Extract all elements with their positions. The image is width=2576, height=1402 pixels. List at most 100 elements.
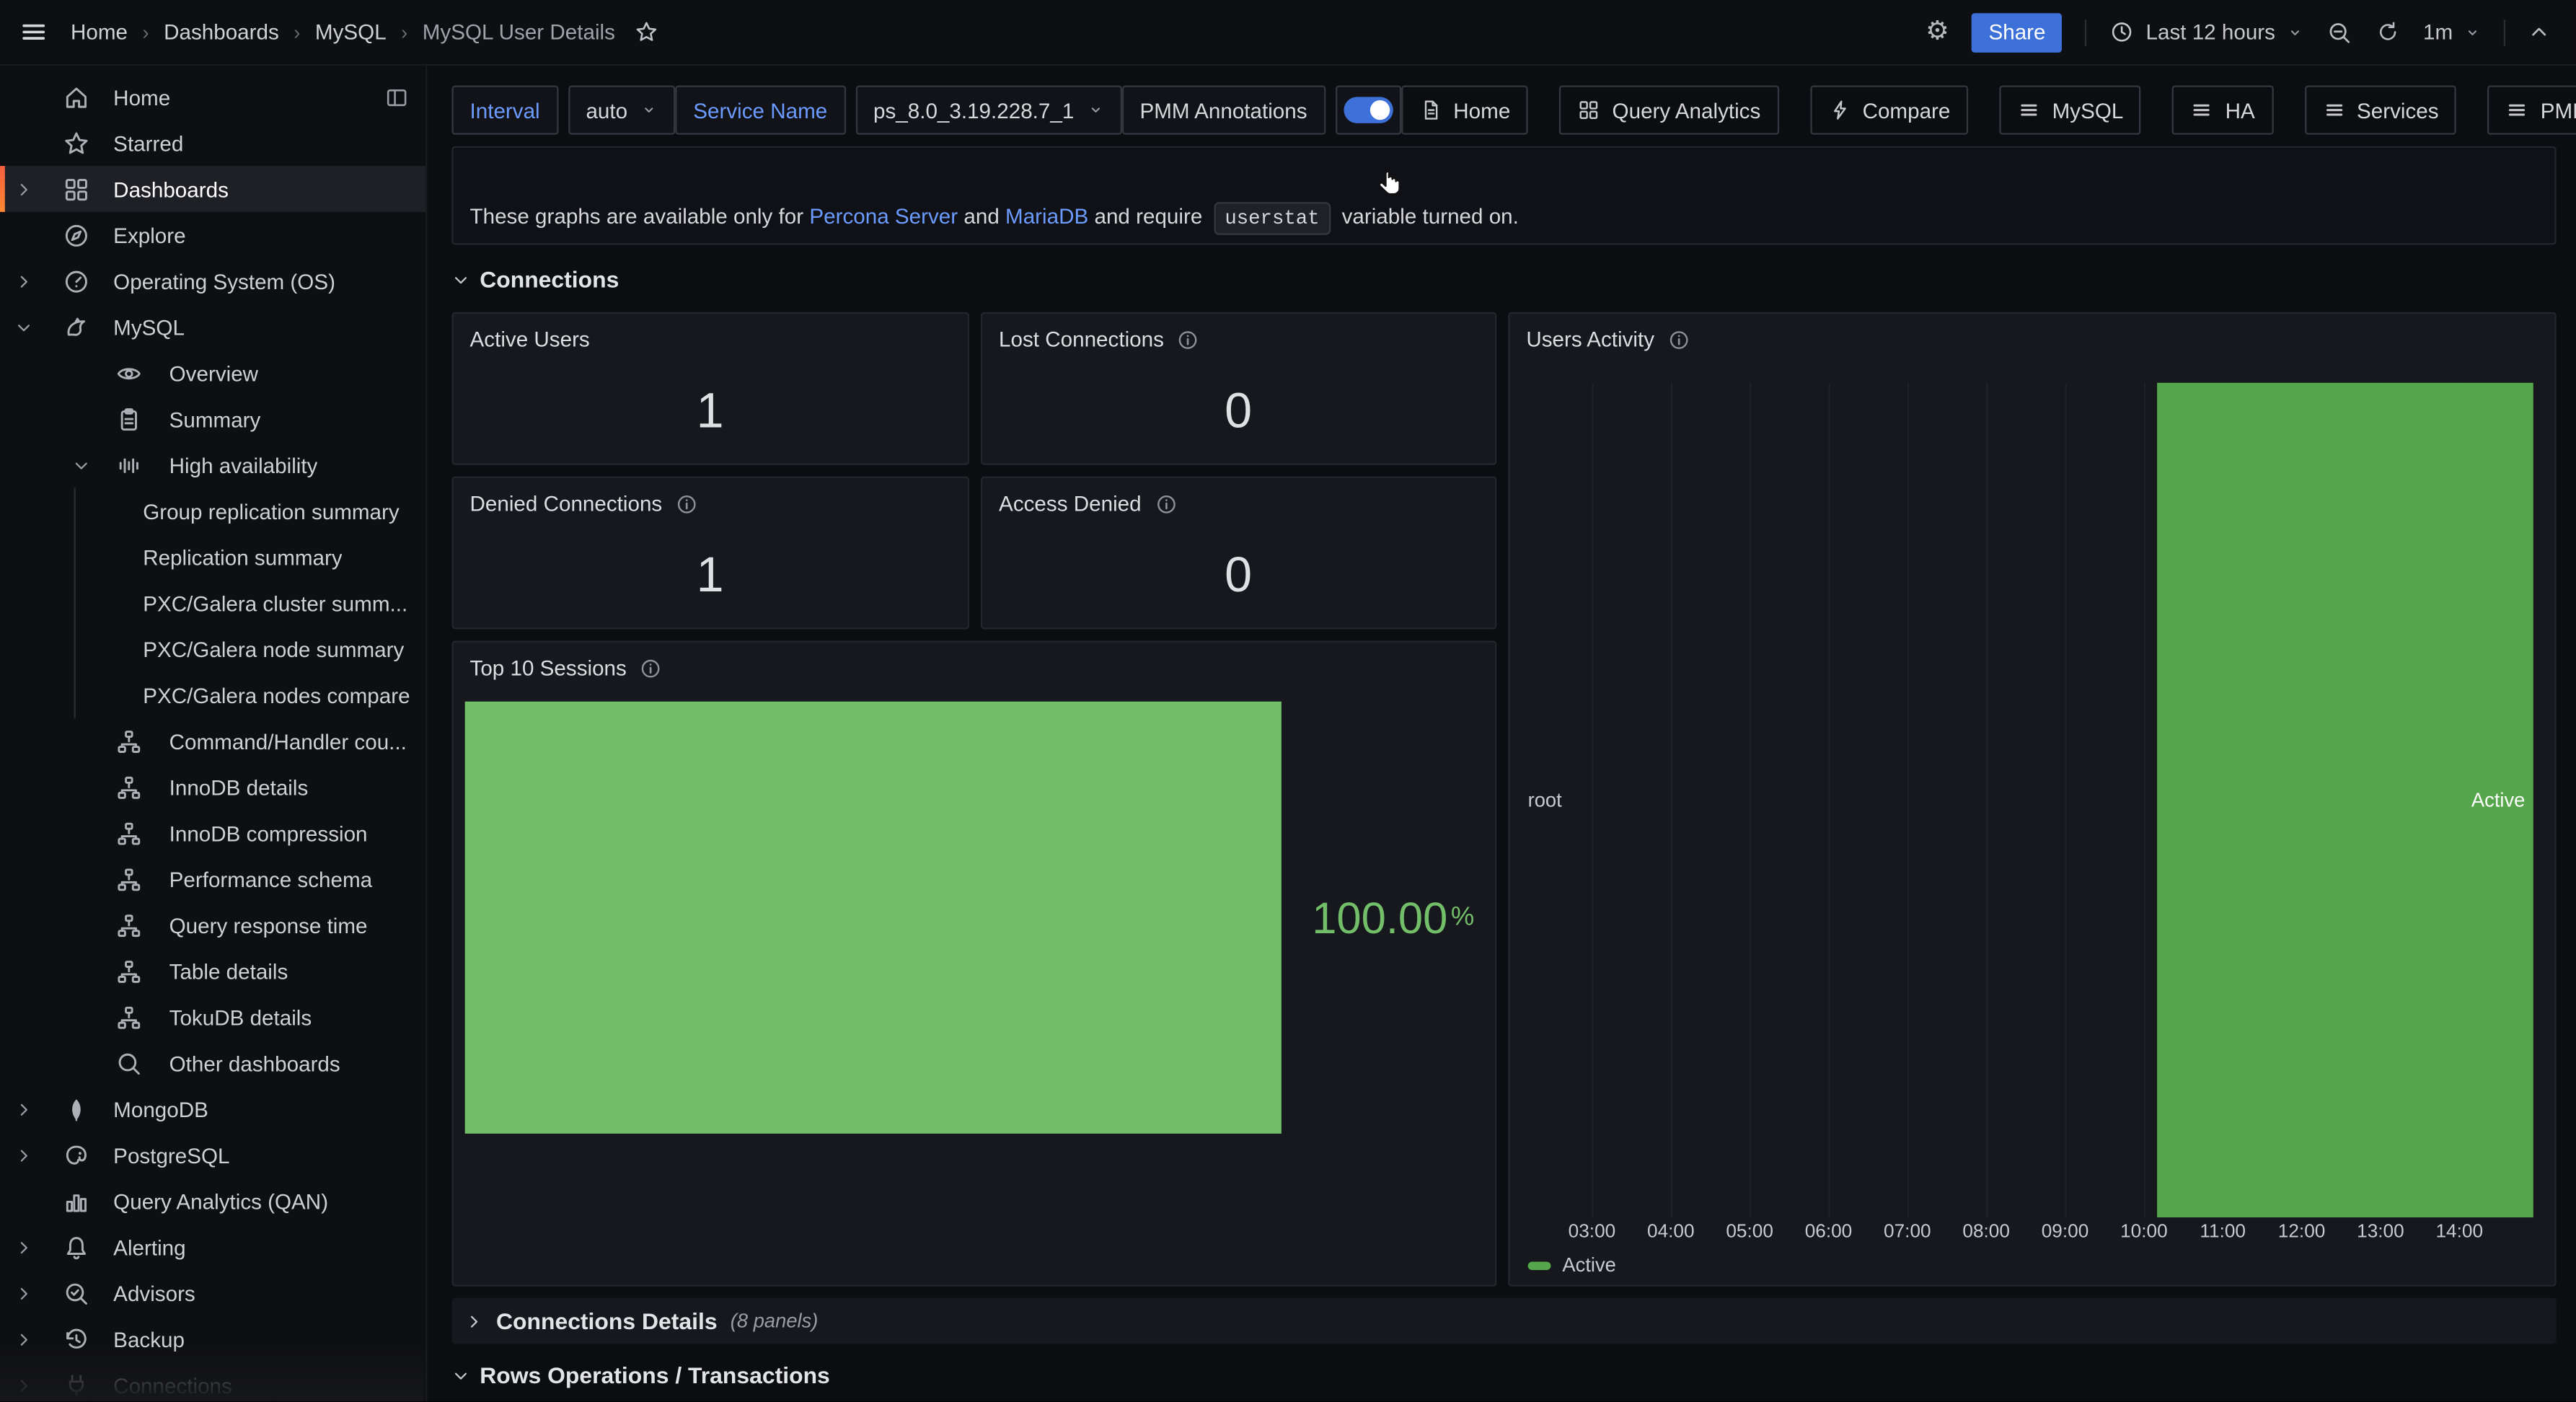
sidebar-item-command-handler-counters[interactable]: Command/Handler cou... — [0, 718, 425, 764]
sidebar-item-group-replication-summary[interactable]: Group replication summary — [76, 488, 425, 534]
legend[interactable]: Active — [1528, 1253, 1616, 1277]
mariadb-link[interactable]: MariaDB — [1005, 203, 1088, 228]
sidebar-item-pxc-galera-cluster-summary[interactable]: PXC/Galera cluster summ... — [76, 580, 425, 626]
sidebar-item-advisors[interactable]: Advisors — [0, 1270, 425, 1316]
chevron-down-icon — [1088, 102, 1104, 118]
sidebar-item-operating-system[interactable]: Operating System (OS) — [0, 258, 425, 304]
mongodb-leaf-icon — [63, 1095, 91, 1123]
link-button-compare[interactable]: Compare — [1810, 85, 1969, 134]
zoom-out-icon[interactable] — [2326, 19, 2352, 45]
link-button-mysql[interactable]: MySQL — [2000, 85, 2142, 134]
sidebar-item-connections[interactable]: Connections — [0, 1362, 425, 1402]
chevron-right-icon[interactable] — [15, 1146, 33, 1164]
stat-value: 0 — [1225, 384, 1253, 439]
sitemap-icon — [115, 865, 143, 893]
sidebar-item-innodb-compression[interactable]: InnoDB compression — [0, 810, 425, 856]
sidebar-item-alerting[interactable]: Alerting — [0, 1224, 425, 1270]
sidebar-item-mysql[interactable]: MySQL — [0, 304, 425, 350]
share-button[interactable]: Share — [1972, 12, 2063, 52]
collapse-controls-chevron-up-icon[interactable] — [2528, 22, 2550, 43]
breadcrumb-dashboards[interactable]: Dashboards — [164, 19, 279, 44]
sidebar-item-other-dashboards[interactable]: Other dashboards — [0, 1040, 425, 1086]
sidebar-item-replication-summary[interactable]: Replication summary — [76, 534, 425, 580]
sidebar-item-pxc-galera-node-summary[interactable]: PXC/Galera node summary — [76, 626, 425, 672]
legend-swatch-active — [1528, 1261, 1551, 1269]
sidebar-item-label: Table details — [169, 958, 288, 983]
link-button-services[interactable]: Services — [2304, 85, 2457, 134]
sidebar-item-overview[interactable]: Overview — [0, 350, 425, 396]
favorite-star-icon[interactable] — [635, 19, 659, 44]
sitemap-icon — [115, 911, 143, 939]
chevron-right-icon[interactable] — [15, 1238, 33, 1256]
sidebar-item-query-response-time[interactable]: Query response time — [0, 902, 425, 948]
chevron-down-icon — [2287, 24, 2303, 40]
dock-sidebar-icon[interactable] — [384, 84, 409, 109]
chevron-right-icon[interactable] — [15, 272, 33, 290]
sidebar-item-label: Command/Handler cou... — [169, 728, 407, 753]
sidebar-item-tokudb-details[interactable]: TokuDB details — [0, 994, 425, 1040]
breadcrumb: Home › Dashboards › MySQL › MySQL User D… — [71, 19, 615, 44]
sidebar-item-mongodb[interactable]: MongoDB — [0, 1086, 425, 1132]
section-header-rows-operations[interactable]: Rows Operations / Transactions — [451, 1362, 829, 1388]
breadcrumb-home[interactable]: Home — [71, 19, 128, 44]
chevron-right-icon[interactable] — [15, 1330, 33, 1348]
info-icon[interactable] — [675, 492, 698, 515]
panel-title: Active Users — [470, 327, 590, 351]
sidebar-item-backup[interactable]: Backup — [0, 1316, 425, 1362]
info-icon[interactable] — [1177, 327, 1200, 350]
refresh-interval-picker[interactable]: 1m — [2423, 19, 2481, 44]
compass-icon — [63, 221, 91, 249]
time-range-picker[interactable]: Last 12 hours — [2109, 19, 2303, 44]
section-header-connections-details[interactable]: Connections Details (8 panels) — [451, 1298, 2556, 1344]
sidebar-item-innodb-details[interactable]: InnoDB details — [0, 764, 425, 810]
link-button-query-analytics[interactable]: Query Analytics — [1560, 85, 1779, 134]
info-icon[interactable] — [1667, 327, 1690, 350]
interval-value: auto — [586, 98, 627, 123]
chevron-down-icon[interactable] — [72, 456, 90, 474]
percona-server-link[interactable]: Percona Server — [809, 203, 958, 228]
pmm-annotations-toggle[interactable] — [1335, 85, 1401, 134]
info-icon[interactable] — [1155, 492, 1178, 515]
chevron-right-icon[interactable] — [15, 1376, 33, 1394]
sidebar-item-label: InnoDB compression — [169, 821, 368, 845]
list-icon — [2191, 99, 2214, 122]
interval-variable-dropdown[interactable]: auto — [568, 85, 675, 134]
refresh-icon[interactable] — [2376, 19, 2400, 44]
chevron-right-icon[interactable] — [15, 1100, 33, 1118]
service-name-value: ps_8.0_3.19.228.7_1 — [873, 98, 1074, 123]
sidebar-item-dashboards[interactable]: Dashboards — [0, 166, 425, 212]
sidebar-item-home[interactable]: Home — [0, 74, 425, 120]
stat-value: 1 — [697, 384, 725, 439]
chevron-right-icon[interactable] — [15, 1284, 33, 1302]
equalizer-bars-icon — [115, 451, 143, 479]
sidebar-item-explore[interactable]: Explore — [0, 212, 425, 258]
section-title: Connections Details — [496, 1308, 718, 1333]
sidebar-item-pxc-galera-nodes-compare[interactable]: PXC/Galera nodes compare — [76, 672, 425, 718]
sidebar-item-summary[interactable]: Summary — [0, 396, 425, 442]
sidebar-item-high-availability[interactable]: High availability — [0, 442, 425, 488]
link-button-pmm[interactable]: PMM — [2488, 85, 2576, 134]
sidebar-item-label: Dashboards — [113, 177, 229, 201]
sidebar-item-postgresql[interactable]: PostgreSQL — [0, 1132, 425, 1178]
sidebar-item-starred[interactable]: Starred — [0, 120, 425, 166]
sitemap-icon — [115, 957, 143, 985]
link-button-home[interactable]: Home — [1401, 85, 1528, 134]
link-button-label: Compare — [1863, 98, 1951, 123]
sidebar-item-label: PXC/Galera cluster summ... — [143, 591, 407, 615]
section-header-connections[interactable]: Connections — [451, 266, 619, 292]
breadcrumb-mysql[interactable]: MySQL — [315, 19, 387, 44]
sitemap-icon — [115, 727, 143, 755]
sidebar-item-query-analytics-qan[interactable]: Query Analytics (QAN) — [0, 1178, 425, 1224]
chevron-down-icon[interactable] — [15, 318, 33, 336]
x-tick: 08:00 — [1950, 1222, 2022, 1242]
info-icon[interactable] — [640, 656, 663, 679]
section-title: Connections — [480, 266, 619, 292]
dashboard-settings-gear-icon[interactable]: ⚙ — [1926, 19, 1949, 45]
service-name-variable-dropdown[interactable]: ps_8.0_3.19.228.7_1 — [855, 85, 1121, 134]
panels-count: (8 panels) — [731, 1310, 819, 1333]
menu-icon[interactable] — [19, 18, 48, 46]
sidebar-item-performance-schema[interactable]: Performance schema — [0, 856, 425, 902]
sidebar-item-table-details[interactable]: Table details — [0, 948, 425, 994]
chevron-right-icon[interactable] — [15, 180, 33, 198]
link-button-ha[interactable]: HA — [2173, 85, 2273, 134]
